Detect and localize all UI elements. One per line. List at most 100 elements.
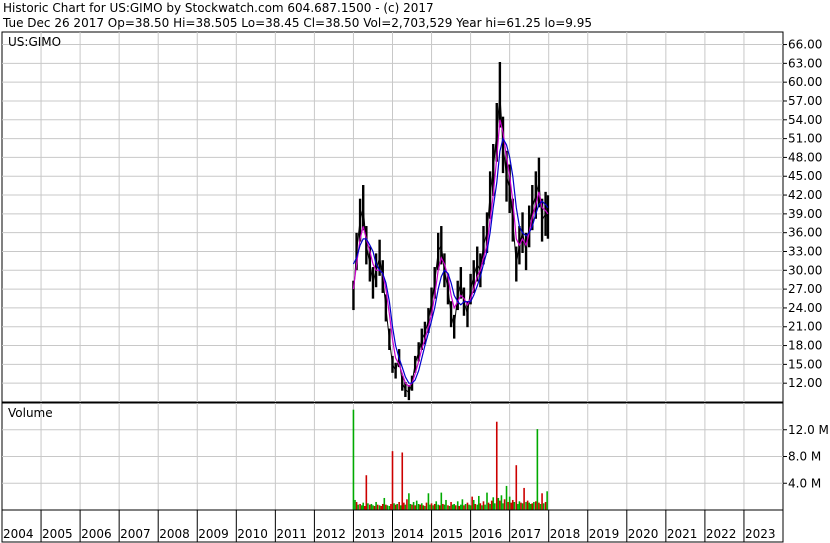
volume-bar — [453, 503, 455, 510]
volume-bar — [394, 504, 397, 510]
volume-bar — [354, 499, 356, 510]
volume-bar — [499, 500, 501, 510]
volume-bar — [433, 503, 436, 510]
volume-bar — [500, 495, 503, 510]
volume-bar — [461, 499, 464, 510]
volume-bar — [445, 499, 447, 510]
volume-bar — [359, 503, 361, 510]
volume-bar — [360, 505, 363, 510]
volume-bar — [502, 503, 504, 510]
volume-bar — [422, 505, 425, 510]
volume-bar — [367, 503, 369, 510]
volume-bar — [381, 503, 384, 510]
volume-bar — [365, 475, 368, 510]
volume-bar — [362, 502, 365, 510]
price-axis-tick-label: 27.00 — [788, 282, 822, 296]
volume-bar — [352, 409, 355, 510]
price-axis-tick-label: 18.00 — [788, 339, 822, 353]
volume-bar — [531, 503, 534, 510]
volume-bar — [357, 504, 359, 510]
volume-bar — [383, 497, 386, 510]
price-grid — [2, 32, 783, 402]
volume-bar — [403, 502, 405, 510]
volume-bar — [479, 503, 482, 510]
x-axis-tick-label: 2017 — [511, 527, 542, 541]
volume-bar — [492, 497, 495, 510]
x-axis-ticks: 2004 2005 2006 2007 2008 2009 2010 2011 2012 2013… — [1, 510, 784, 542]
volume-bar — [409, 503, 412, 510]
price-axis-tick-label: 33.00 — [788, 244, 822, 258]
volume-bar — [435, 501, 438, 510]
volume-bar — [440, 492, 443, 510]
volume-bar — [526, 500, 529, 510]
volume-bar — [415, 500, 418, 510]
volume-bar — [443, 504, 446, 510]
x-axis-tick-label: 2015 — [433, 527, 464, 541]
volume-bar — [388, 505, 391, 510]
volume-bar — [447, 505, 449, 510]
volume-bar — [489, 503, 491, 510]
volume-bar — [355, 501, 358, 510]
symbol-label: US:GIMO — [8, 35, 61, 49]
x-axis-tick-label: 2012 — [315, 527, 346, 541]
price-axis-tick-label: 30.00 — [788, 263, 822, 277]
x-axis-tick-label: 2008 — [159, 527, 190, 541]
volume-bar — [393, 503, 395, 510]
volume-bar — [511, 499, 514, 510]
x-axis-tick-label: 2021 — [667, 527, 698, 541]
volume-bar — [396, 503, 398, 510]
volume-bar — [448, 505, 451, 510]
volume-bar — [528, 502, 530, 510]
volume-bar — [517, 503, 519, 510]
price-axis-tick-label: 15.00 — [788, 357, 822, 371]
volume-bar — [539, 503, 542, 510]
volume-bar — [542, 503, 545, 510]
volume-bar — [536, 429, 539, 510]
volume-bar — [546, 491, 548, 510]
price-axis-tick-label: 12.00 — [788, 376, 822, 390]
volume-bar — [430, 503, 433, 510]
volume-bar — [385, 504, 387, 510]
volume-bar — [369, 504, 371, 510]
volume-bar — [521, 503, 524, 510]
volume-bar — [451, 504, 454, 510]
volume-bar — [450, 501, 452, 510]
volume-bar — [538, 502, 540, 510]
price-axis-tick-label: 51.00 — [788, 132, 822, 146]
volume-bar — [508, 496, 511, 510]
x-axis-tick-label: 2023 — [745, 527, 776, 541]
volume-bar — [380, 505, 382, 510]
price-axis-tick-label: 24.00 — [788, 301, 822, 315]
volume-bar — [515, 465, 518, 510]
volume-bar — [482, 501, 485, 510]
volume-bar — [495, 421, 498, 510]
x-axis-tick-label: 2018 — [550, 527, 581, 541]
x-axis-tick-label: 2014 — [394, 527, 425, 541]
volume-bar — [466, 502, 469, 510]
volume-axis-tick-label: 8.0 M — [788, 450, 821, 464]
volume-bar — [484, 504, 486, 510]
volume-bar — [520, 502, 522, 510]
volume-bar — [419, 504, 422, 510]
volume-bar — [391, 451, 394, 510]
volume-bar — [518, 501, 521, 510]
volume-bar — [505, 485, 508, 510]
x-axis-tick-label: 2007 — [120, 527, 151, 541]
volume-bar — [406, 499, 408, 510]
volume-bar — [437, 504, 439, 510]
volume-bar — [386, 505, 389, 510]
volume-bar — [463, 505, 465, 510]
volume-bar — [474, 503, 477, 510]
stock-chart: Historic Chart for US:GIMO by Stockwatch… — [0, 0, 830, 543]
volume-bar — [541, 493, 543, 510]
volume-bar — [456, 501, 459, 510]
volume-bar — [460, 504, 462, 510]
volume-label: Volume — [8, 406, 53, 420]
volume-bar — [458, 505, 461, 510]
volume-bar — [398, 501, 400, 510]
volume-bar — [471, 496, 473, 510]
volume-bar — [486, 492, 488, 510]
x-axis-tick-label: 2009 — [198, 527, 229, 541]
volume-axis-tick-label: 4.0 M — [788, 476, 821, 490]
volume-bar — [544, 501, 547, 510]
